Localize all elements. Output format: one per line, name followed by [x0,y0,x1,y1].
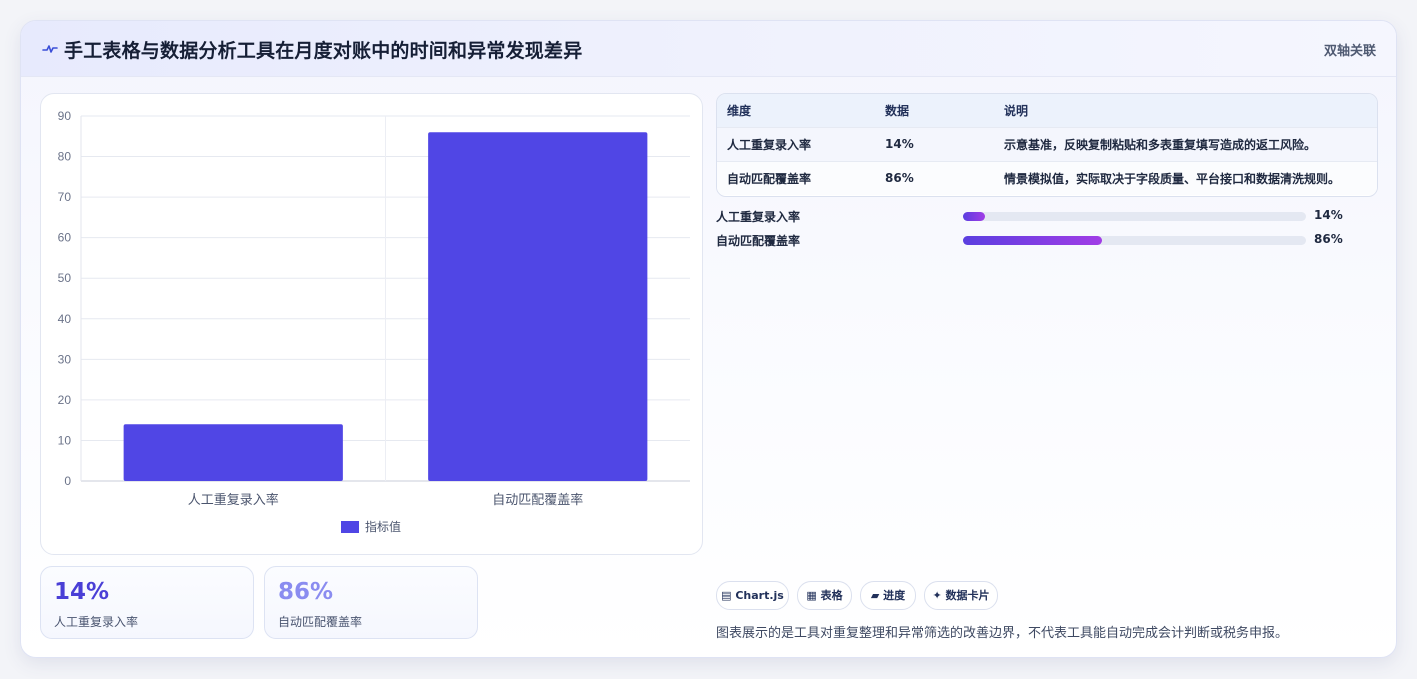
y-tick-label: 30 [58,352,72,366]
chip-chartjs[interactable]: ▤ Chart.js [716,581,789,610]
y-tick-label: 90 [58,109,72,123]
pulse-icon [42,45,58,53]
chip-data-card[interactable]: ✦ 数据卡片 [924,581,998,610]
table-cell: 情景模拟值，实际取决于字段质量、平台接口和数据清洗规则。 [1004,171,1341,186]
chip-table[interactable]: ▦ 表格 [797,581,852,610]
legend-label: 指标值 [365,519,401,534]
y-tick-label: 40 [58,312,72,326]
y-tick-label: 10 [58,433,72,447]
progress-fill [963,212,986,221]
y-tick-label: 0 [64,474,71,488]
stat-value: 14% [54,579,110,605]
chip-progress[interactable]: ▰ 进度 [860,581,916,610]
legend-swatch [341,521,359,533]
dashboard-card: 手工表格与数据分析工具在月度对账中的时间和异常发现差异 双轴关联 0 10 20 30… [20,20,1397,658]
stat-card-auto: 86% 自动匹配覆盖率 [264,566,478,639]
progress-track [963,212,1306,221]
table-cell: 14% [885,137,914,151]
x-tick-label: 人工重复录入率 [188,492,279,508]
y-tick-label: 20 [58,393,72,407]
stat-card-manual: 14% 人工重复录入率 [40,566,254,639]
table-header: 数据 [885,103,910,118]
header: 手工表格与数据分析工具在月度对账中的时间和异常发现差异 双轴关联 [21,21,1396,77]
progress-label: 自动匹配覆盖率 [716,234,801,248]
stat-label: 自动匹配覆盖率 [278,615,363,629]
x-tick-label: 自动匹配覆盖率 [492,492,583,508]
progress-row-manual: 人工重复录入率 14% [716,208,1356,224]
progress-value: 86% [1314,232,1343,246]
table-cell: 86% [885,171,914,186]
table-row: 自动匹配覆盖率 86% 情景模拟值，实际取决于字段质量、平台接口和数据清洗规则。 [717,161,1377,195]
table-cell: 自动匹配覆盖率 [727,171,812,186]
stat-value: 86% [278,579,334,605]
table-cell: 人工重复录入率 [727,137,812,152]
page-title: 手工表格与数据分析工具在月度对账中的时间和异常发现差异 [64,40,583,62]
bar-chart: 0 10 20 30 40 50 60 70 80 90 人工重复录入率 自动匹配覆盖率指标值 [58,109,690,534]
progress-fill [963,236,1102,245]
progress-label: 人工重复录入率 [716,210,801,224]
bar [123,424,343,481]
footnote: 图表展示的是工具对重复整理和异常筛选的改善边界，不代表工具能自动完成会计判断或税… [716,626,1289,641]
bar [428,132,648,481]
progress-value: 14% [1314,208,1343,222]
stat-label: 人工重复录入率 [54,615,139,629]
progress-row-auto: 自动匹配覆盖率 86% [716,232,1356,248]
y-tick-label: 50 [58,271,72,285]
y-tick-label: 60 [58,231,72,245]
data-table: 维度 数据 说明 人工重复录入率 14% 示意基准，反映复制粘贴和多表重复填写造… [716,93,1378,197]
y-tick-label: 80 [58,150,72,164]
progress-track [963,236,1306,245]
chart-panel: 0 10 20 30 40 50 60 70 80 90 人工重复录入率 自动匹配覆盖率指标值 [40,93,703,555]
table-cell: 示意基准，反映复制粘贴和多表重复填写造成的返工风险。 [1004,137,1317,152]
table-header: 说明 [1004,103,1029,118]
header-tag: 双轴关联 [1323,44,1376,59]
y-tick-label: 70 [58,190,72,204]
table-header: 维度 [727,103,752,118]
table-header-row: 维度 数据 说明 [717,94,1377,127]
table-row: 人工重复录入率 14% 示意基准，反映复制粘贴和多表重复填写造成的返工风险。 [717,127,1377,161]
